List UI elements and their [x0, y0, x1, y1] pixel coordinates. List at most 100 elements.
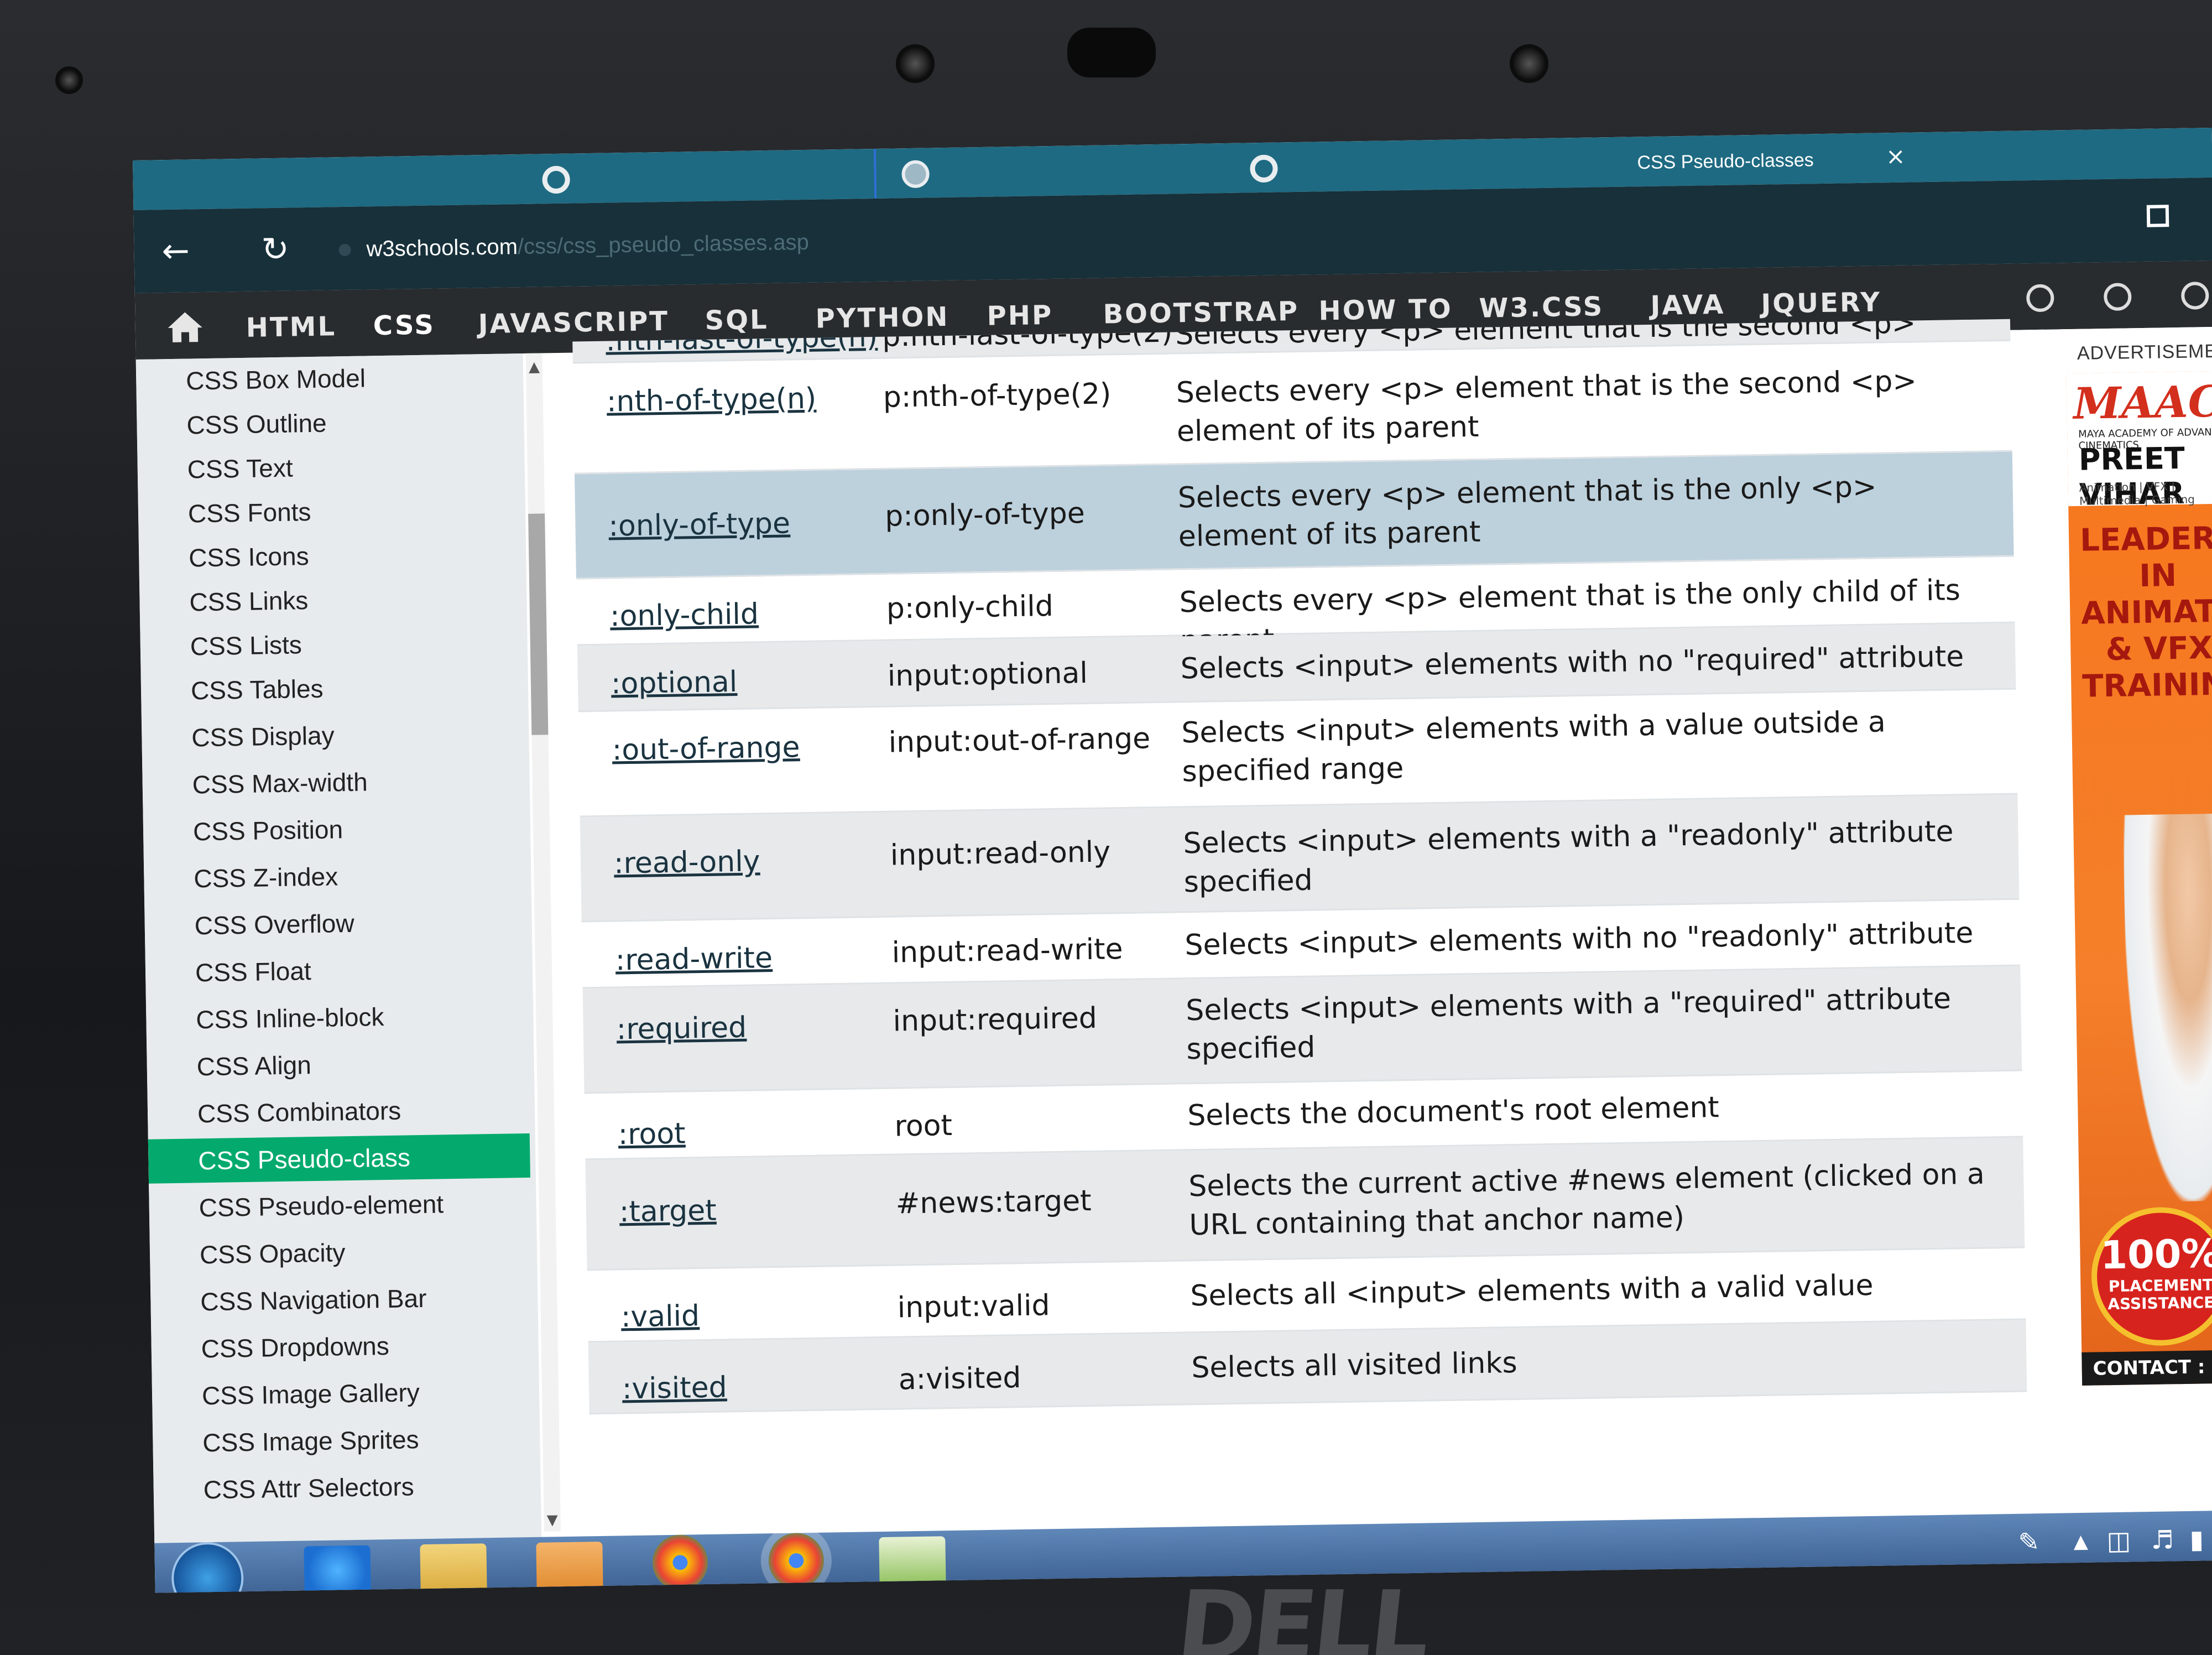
sidebar-item-links[interactable]: CSS Links: [189, 575, 527, 624]
home-icon[interactable]: [165, 310, 205, 344]
selector-link[interactable]: :read-only: [614, 845, 760, 880]
window-button-icon[interactable]: [2146, 205, 2169, 227]
nav-css[interactable]: CSS: [373, 309, 435, 341]
pen-icon[interactable]: ✎: [2018, 1527, 2039, 1557]
sidebar-item-max-width[interactable]: CSS Max-width: [192, 757, 530, 807]
sidebar-item-tables[interactable]: CSS Tables: [190, 663, 528, 713]
scroll-down-icon[interactable]: ▼: [546, 1512, 557, 1528]
nav-php[interactable]: PHP: [987, 300, 1053, 332]
sidebar-item-z-index[interactable]: CSS Z-index: [194, 851, 531, 901]
nav-html[interactable]: HTML: [246, 311, 336, 344]
selector-link[interactable]: :only-of-type: [608, 507, 790, 543]
sidebar-item-align[interactable]: CSS Align: [196, 1039, 534, 1089]
selector-link[interactable]: :root: [618, 1117, 686, 1152]
description-cell: Selects every <p> element that is the on…: [1177, 470, 1877, 554]
selector-link[interactable]: :target: [619, 1194, 717, 1229]
back-arrow-icon[interactable]: ←: [161, 231, 190, 270]
example-cell: input:optional: [887, 656, 1088, 693]
example-cell: input:read-only: [890, 835, 1111, 872]
ad-logo: MAAC: [2073, 376, 2212, 429]
sidebar-item-overflow[interactable]: CSS Overflow: [194, 898, 532, 948]
internet-explorer-icon[interactable]: [304, 1545, 371, 1593]
start-button-icon[interactable]: [171, 1542, 244, 1593]
sidebar-item-inline-block[interactable]: CSS Inline-block: [196, 992, 534, 1042]
chrome-icon[interactable]: [652, 1534, 708, 1591]
nav-how-to[interactable]: HOW TO: [1318, 294, 1453, 327]
globe-icon[interactable]: [2103, 283, 2132, 311]
tray-expand-icon[interactable]: ▲: [2073, 1531, 2088, 1553]
example-cell: p:only-child: [886, 589, 1054, 626]
google-tab-icon-2[interactable]: [1250, 154, 1278, 183]
sidebar-item-fonts[interactable]: CSS Fonts: [187, 486, 525, 536]
nav-javascript[interactable]: JAVASCRIPT: [478, 306, 669, 340]
nav-bootstrap[interactable]: BOOTSTRAP: [1103, 296, 1299, 330]
search-icon[interactable]: [2180, 282, 2209, 310]
selector-link[interactable]: :valid: [620, 1299, 700, 1334]
notepad-icon[interactable]: [879, 1536, 946, 1588]
sidebar-item-float[interactable]: CSS Float: [195, 945, 533, 995]
description-cell: Selects all visited links: [1191, 1346, 1517, 1385]
selector-link[interactable]: :required: [616, 1011, 747, 1047]
network-icon[interactable]: ▮: [2189, 1524, 2204, 1554]
example-cell: a:visited: [898, 1361, 1021, 1397]
sidebar-item-attr-selectors[interactable]: CSS Attr Selectors: [203, 1463, 541, 1512]
example-cell: p:only-of-type: [884, 497, 1086, 533]
sidebar-item-icons[interactable]: CSS Icons: [189, 530, 526, 580]
bezel-screw-right: [1510, 44, 1548, 83]
sidebar-item-navigation-bar[interactable]: CSS Navigation Bar: [200, 1274, 538, 1324]
reload-icon[interactable]: ↻: [261, 230, 289, 269]
sidebar-item-box-model[interactable]: CSS Box Model: [186, 353, 524, 403]
description-cell: Selects <input> elements with a value ou…: [1181, 705, 1886, 789]
sidebar-item-image-gallery[interactable]: CSS Image Gallery: [201, 1368, 539, 1418]
selector-link[interactable]: :out-of-range: [612, 731, 800, 767]
selector-link[interactable]: :read-write: [615, 941, 773, 977]
selector-link[interactable]: :nth-of-type(n): [606, 382, 816, 419]
file-explorer-icon[interactable]: [420, 1543, 487, 1593]
sidebar-item-position[interactable]: CSS Position: [192, 804, 530, 854]
tab-close-icon[interactable]: ×: [1886, 143, 1906, 170]
active-tab-title[interactable]: CSS Pseudo-classes: [1637, 149, 1814, 174]
left-sidebar: CSS Box Model CSS Outline CSS Text CSS F…: [135, 353, 542, 1543]
sidebar-item-display[interactable]: CSS Display: [191, 710, 529, 760]
sidebar-item-combinators[interactable]: CSS Combinators: [197, 1086, 535, 1136]
ad-banner[interactable]: MAAC MAYA ACADEMY OF ADVANCED CINEMATICS…: [2066, 371, 2212, 1386]
ad-badge-text: PLACEMENT ASSISTANCE: [2107, 1276, 2212, 1314]
nav-python[interactable]: PYTHON: [815, 301, 950, 335]
sidebar-item-text[interactable]: CSS Text: [187, 442, 525, 492]
sidebar-item-lists[interactable]: CSS Lists: [190, 619, 528, 669]
example-cell: root: [894, 1108, 953, 1143]
chrome-active-icon[interactable]: [768, 1532, 825, 1589]
theme-toggle-icon[interactable]: [2026, 284, 2054, 313]
volume-icon[interactable]: ♬: [2151, 1524, 2174, 1555]
webcam: [1067, 28, 1156, 77]
lock-icon: [338, 243, 351, 257]
advertisement-label: ADVERTISEMENT: [2077, 340, 2212, 364]
description-cell: Selects <input> elements with a "readonl…: [1183, 815, 1954, 899]
nav-w3css[interactable]: W3.CSS: [1479, 291, 1604, 324]
selector-link[interactable]: :visited: [622, 1371, 728, 1406]
description-cell: Selects the document's root element: [1187, 1091, 1720, 1133]
selector-link[interactable]: :optional: [611, 665, 738, 701]
battery-icon[interactable]: ◫: [2106, 1526, 2131, 1556]
nav-jquery[interactable]: JQUERY: [1761, 287, 1881, 319]
sidebar-scroll-thumb[interactable]: [528, 513, 549, 735]
sidebar-item-outline[interactable]: CSS Outline: [186, 398, 524, 447]
scroll-up-icon[interactable]: ▲: [529, 358, 540, 375]
google-tab-icon[interactable]: [542, 165, 571, 194]
tab-drag-indicator: [873, 148, 877, 199]
globe-tab-icon[interactable]: [901, 160, 930, 189]
sidebar-item-pseudo-class[interactable]: CSS Pseudo-class: [148, 1133, 530, 1184]
nav-sql[interactable]: SQL: [705, 304, 769, 336]
ad-header: MAAC MAYA ACADEMY OF ADVANCED CINEMATICS…: [2066, 371, 2212, 512]
bezel-screw-left: [896, 44, 935, 83]
sidebar-item-opacity[interactable]: CSS Opacity: [199, 1227, 537, 1277]
example-cell: input:valid: [897, 1289, 1051, 1325]
sidebar-item-image-sprites[interactable]: CSS Image Sprites: [202, 1415, 540, 1465]
sidebar-item-pseudo-element[interactable]: CSS Pseudo-element: [199, 1180, 536, 1230]
url-field[interactable]: w3schools.com/css/css_pseudo_classes.asp: [366, 230, 809, 262]
system-tray: ✎ ▲ ◫ ♬ ▮: [2012, 1516, 2212, 1564]
sidebar-item-dropdowns[interactable]: CSS Dropdowns: [201, 1321, 539, 1371]
media-player-icon[interactable]: [536, 1541, 603, 1592]
selector-link[interactable]: :only-child: [610, 597, 759, 633]
nav-java[interactable]: JAVA: [1650, 289, 1725, 321]
